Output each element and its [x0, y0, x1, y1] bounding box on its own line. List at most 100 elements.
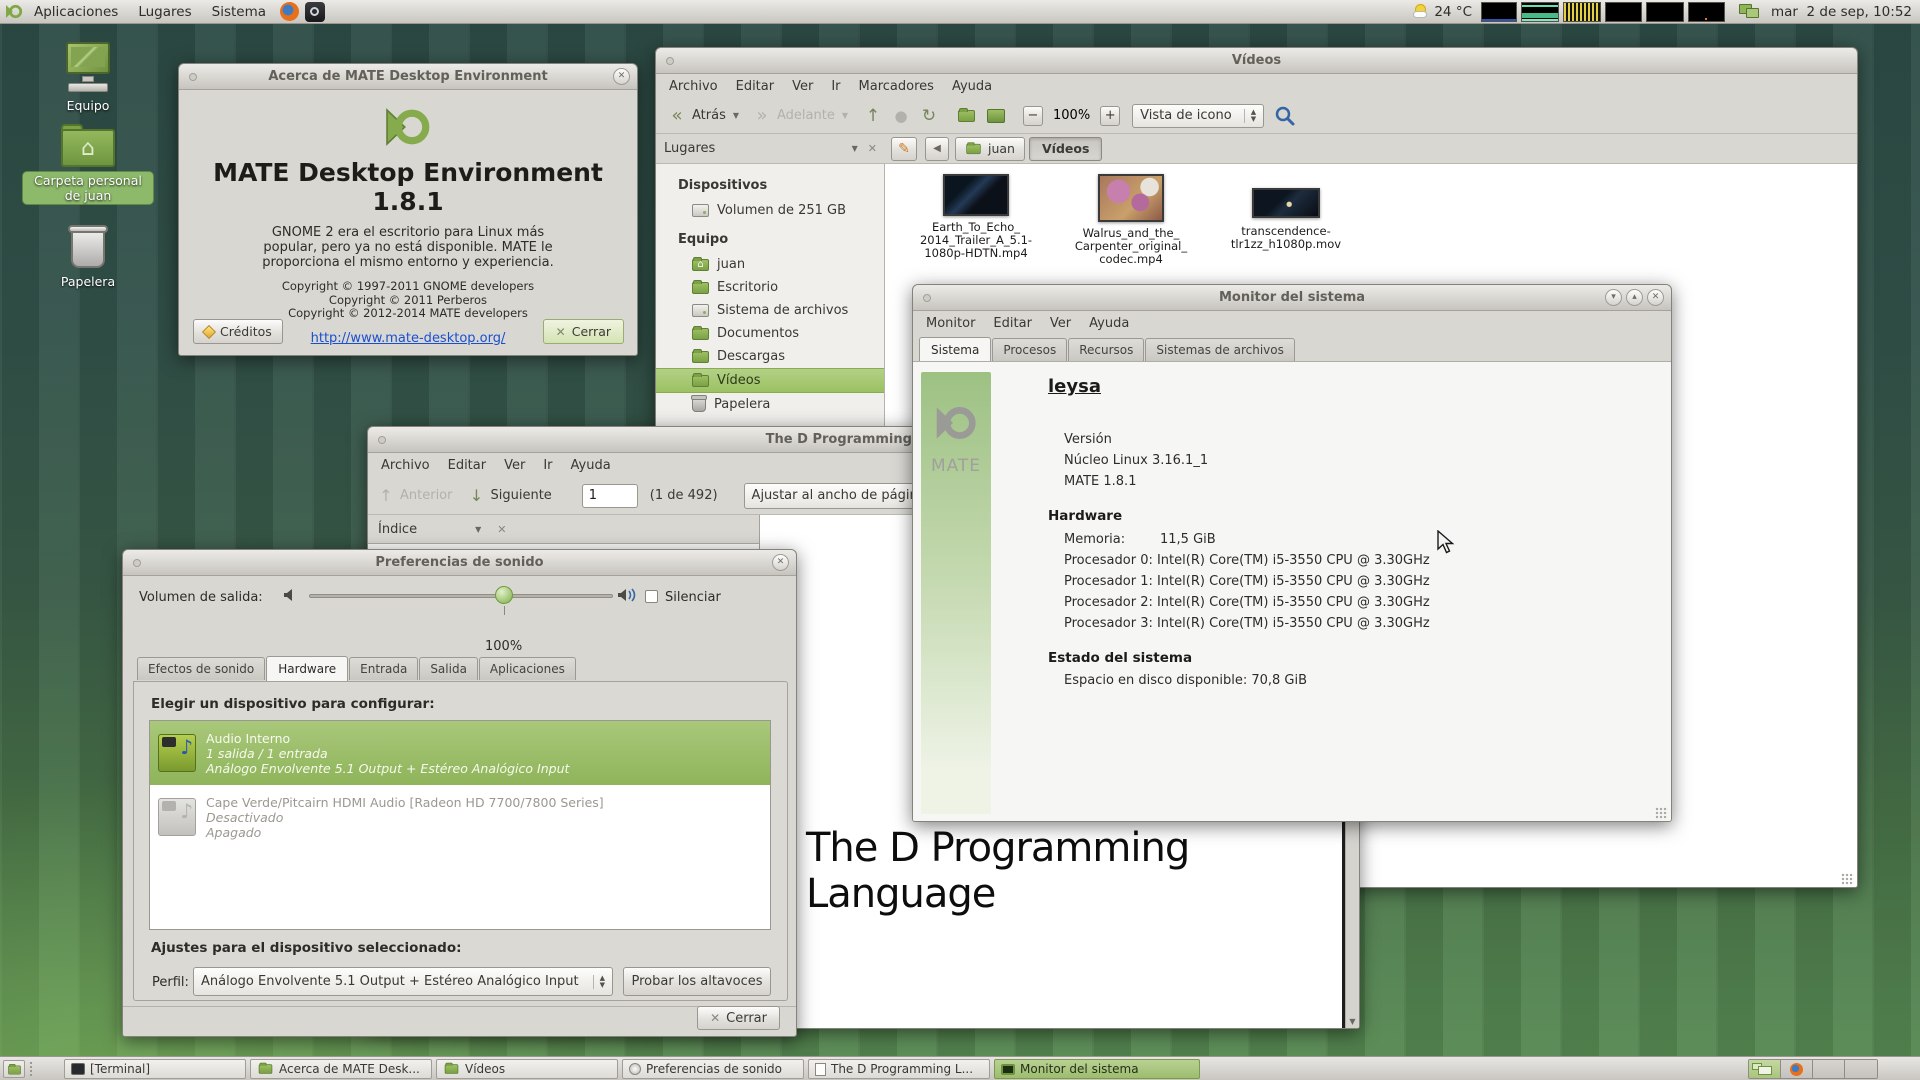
mate-menu-icon[interactable]: [4, 2, 24, 21]
desktop-icon-computer[interactable]: Equipo: [23, 42, 153, 113]
device-row-selected[interactable]: ♪ Audio Interno 1 salida / 1 entrada Aná…: [150, 721, 770, 785]
sidebar-item-videos[interactable]: Vídeos: [656, 368, 884, 393]
menu-editar[interactable]: Editar: [727, 76, 784, 97]
sidebar-item-volume[interactable]: Volumen de 251 GB: [656, 199, 884, 222]
places-close-icon[interactable]: ✕: [868, 142, 877, 155]
close-button[interactable]: ✕ Cerrar: [543, 319, 624, 344]
next-page-button[interactable]: Siguiente: [490, 488, 551, 503]
page-number-input[interactable]: 1: [582, 484, 638, 508]
tab-system[interactable]: Sistema: [919, 337, 991, 362]
monitor-applet-2[interactable]: [1646, 2, 1684, 22]
file-item[interactable]: Earth_To_Echo_ 2014_Trailer_A_5.1- 1080p…: [901, 174, 1051, 260]
firefox-launcher-icon[interactable]: [280, 2, 299, 21]
up-icon[interactable]: ↑: [860, 106, 886, 126]
taskbar-button-videos[interactable]: Vídeos: [436, 1059, 618, 1079]
menu-archivo[interactable]: Archivo: [660, 76, 727, 97]
steam-launcher-icon[interactable]: [305, 2, 325, 22]
menu-ir[interactable]: Ir: [822, 76, 849, 97]
places-dropdown-icon[interactable]: ▼: [852, 144, 858, 153]
tab-resources[interactable]: Recursos: [1068, 338, 1144, 361]
weather-temperature[interactable]: 24 °C: [1434, 4, 1472, 20]
sidebar-item-home[interactable]: ⌂juan: [656, 253, 884, 276]
cpu-frequency-applet[interactable]: [1563, 2, 1601, 22]
scroll-down-icon[interactable]: ▼: [1346, 1017, 1359, 1026]
workspace-1-active[interactable]: [1749, 1060, 1781, 1078]
back-icon[interactable]: «: [664, 105, 690, 126]
desktop-icon-trash[interactable]: Papelera: [23, 224, 153, 289]
volume-slider[interactable]: [309, 594, 613, 598]
desktop-icon-home-folder[interactable]: ⌂ Carpeta personal de juan: [23, 124, 153, 204]
menu-monitor[interactable]: Monitor: [917, 313, 984, 334]
path-button-current[interactable]: Vídeos: [1029, 137, 1102, 161]
tab-filesystems[interactable]: Sistemas de archivos: [1145, 338, 1294, 361]
workspace-4[interactable]: [1845, 1060, 1877, 1078]
back-dropdown-icon[interactable]: ▼: [728, 111, 747, 120]
clock[interactable]: mar 2 de sep, 10:52: [1771, 4, 1912, 20]
titlebar[interactable]: Vídeos: [656, 48, 1857, 74]
tab-input[interactable]: Entrada: [349, 657, 418, 680]
tab-processes[interactable]: Procesos: [992, 338, 1067, 361]
workspace-switcher[interactable]: [1748, 1059, 1878, 1079]
titlebar[interactable]: Preferencias de sonido ✕: [123, 550, 796, 576]
taskbar-button-terminal[interactable]: [Terminal]: [64, 1059, 246, 1079]
close-icon[interactable]: ✕: [1647, 289, 1664, 306]
menu-applications[interactable]: Aplicaciones: [24, 0, 128, 24]
window-menu-icon[interactable]: [133, 559, 141, 567]
window-menu-icon[interactable]: [923, 294, 931, 302]
window-menu-icon[interactable]: [666, 57, 674, 65]
menu-ver[interactable]: Ver: [1041, 313, 1080, 334]
menu-ayuda[interactable]: Ayuda: [1080, 313, 1138, 334]
reload-icon[interactable]: ↻: [916, 106, 942, 126]
home-toolbar-icon[interactable]: [958, 110, 975, 122]
taskbar-button-system-monitor[interactable]: Monitor del sistema: [994, 1059, 1200, 1079]
titlebar[interactable]: Monitor del sistema ▾ ▴ ✕: [913, 285, 1671, 311]
weather-icon[interactable]: [1413, 4, 1431, 20]
zoom-in-button[interactable]: +: [1100, 106, 1120, 126]
sidebar-item-filesystem[interactable]: Sistema de archivos: [656, 299, 884, 322]
titlebar[interactable]: Acerca de MATE Desktop Environment ✕: [179, 64, 637, 90]
path-button-home[interactable]: juan: [955, 137, 1025, 161]
volume-slider-handle[interactable]: [495, 586, 513, 604]
view-mode-select[interactable]: Vista de icono ▲▼: [1132, 104, 1264, 128]
search-icon[interactable]: [1274, 105, 1296, 127]
mute-checkbox[interactable]: [645, 590, 658, 603]
zoom-out-button[interactable]: −: [1023, 106, 1043, 126]
workspace-3[interactable]: [1813, 1060, 1845, 1078]
monitor-applet-3[interactable]: [1688, 2, 1725, 22]
resize-grip[interactable]: [1655, 807, 1668, 820]
test-speakers-button[interactable]: Probar los altavoces: [623, 967, 771, 996]
menu-places[interactable]: Lugares: [128, 0, 201, 24]
taskbar-button-about[interactable]: Acerca de MATE Desk...: [250, 1059, 432, 1079]
menu-marcadores[interactable]: Marcadores: [850, 76, 943, 97]
back-button[interactable]: Atrás: [692, 108, 726, 123]
maximize-icon[interactable]: ▴: [1626, 289, 1643, 306]
show-desktop-button[interactable]: [3, 1060, 25, 1078]
sidebar-title[interactable]: Índice: [378, 522, 417, 537]
sidebar-dropdown-icon[interactable]: ▼: [475, 525, 481, 534]
network-monitor-icon[interactable]: [1739, 3, 1763, 21]
menu-editar[interactable]: Editar: [439, 455, 496, 476]
file-item[interactable]: transcendence- tlr1zz_h1080p.mov: [1211, 174, 1361, 251]
menu-ir[interactable]: Ir: [534, 455, 561, 476]
menu-editar[interactable]: Editar: [984, 313, 1041, 334]
computer-toolbar-icon[interactable]: [987, 109, 1005, 123]
minimize-icon[interactable]: ▾: [1605, 289, 1622, 306]
menu-ver[interactable]: Ver: [495, 455, 534, 476]
monitor-applet-1[interactable]: [1605, 2, 1642, 22]
sidebar-item-downloads[interactable]: Descargas: [656, 345, 884, 368]
cpu-load-applet[interactable]: [1481, 2, 1517, 22]
profile-select[interactable]: Análogo Envolvente 5.1 Output + Estéreo …: [193, 967, 613, 996]
menu-ver[interactable]: Ver: [783, 76, 822, 97]
menu-system[interactable]: Sistema: [202, 0, 276, 24]
close-icon[interactable]: ✕: [772, 554, 789, 571]
path-scroll-left-button[interactable]: ◀: [925, 137, 949, 161]
file-item[interactable]: Walrus_and_the_ Carpenter_original_ code…: [1056, 174, 1206, 266]
network-graph-applet[interactable]: [1521, 2, 1559, 22]
workspace-2[interactable]: [1781, 1060, 1813, 1078]
device-row-disabled[interactable]: ♪ Cape Verde/Pitcairn HDMI Audio [Radeon…: [150, 785, 770, 849]
window-menu-icon[interactable]: [378, 436, 386, 444]
edit-location-button[interactable]: ✎: [891, 137, 917, 161]
resize-grip[interactable]: [1841, 873, 1854, 886]
close-button[interactable]: ✕ Cerrar: [697, 1006, 780, 1030]
places-label[interactable]: Lugares: [664, 141, 715, 156]
